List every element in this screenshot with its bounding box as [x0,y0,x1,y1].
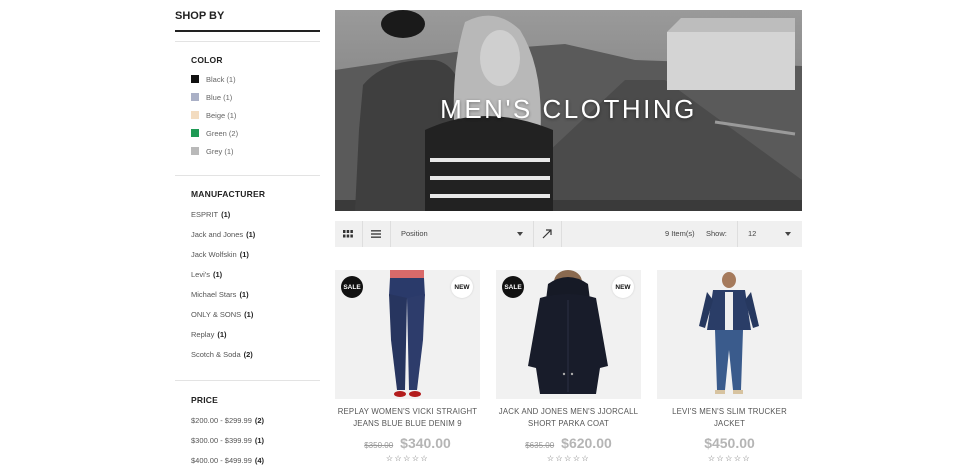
manufacturer-name: Levi's [191,270,210,279]
limit-select[interactable]: 12 [738,221,802,247]
color-swatch [191,111,199,119]
divider [175,175,320,176]
price-filter-200-299[interactable]: $200.00 - $299.99 (2) [191,416,264,425]
manufacturer-count: (2) [243,350,253,359]
price-count: (2) [254,416,265,425]
banner-title: MEN'S CLOTHING [440,94,697,124]
product-image[interactable] [657,270,802,399]
color-filter-green[interactable]: Green (2) [191,127,238,139]
chevron-down-icon [785,232,791,236]
manufacturer-count: (1) [239,250,249,259]
manufacturer-filter-levis[interactable]: Levi's (1) [191,270,222,279]
show-label: Show: [706,229,727,238]
manufacturer-filter-michael-stars[interactable]: Michael Stars (1) [191,290,249,299]
new-badge: NEW [451,276,473,298]
product-card[interactable]: SALE NEW REPLAY WOMEN'S VICKI STRAIGHT J… [335,270,480,463]
manufacturer-filter-scotch-and-soda[interactable]: Scotch & Soda (2) [191,350,253,359]
price-range: $200.00 - $299.99 [191,416,252,425]
old-price: $350.00 [364,441,394,450]
manufacturer-count: (1) [239,290,249,299]
old-price: $635.00 [525,441,555,450]
color-swatch [191,147,199,155]
color-swatch [191,93,199,101]
regular-price: $450.00 [704,435,755,451]
color-filter-label: Blue (1) [206,92,233,102]
product-card[interactable]: LEVI'S MEN'S SLIM TRUCKER JACKET $450.00… [657,270,802,463]
manufacturer-name: Replay [191,330,215,339]
price-count: (1) [254,436,265,445]
price-count: (4) [254,456,265,465]
special-price: $340.00 [400,435,451,451]
product-price: $450.00 [657,434,802,452]
divider [175,41,320,42]
manufacturer-filter-replay[interactable]: Replay (1) [191,330,227,339]
manufacturer-name: Michael Stars [191,290,237,299]
sort-by-value: Position [401,229,428,238]
color-filter-label: Green (2) [206,128,239,138]
manufacturer-count: (1) [221,210,231,219]
rating-stars: ☆☆☆☆☆ [385,454,430,463]
manufacturer-filter-title: MANUFACTURER [191,189,266,199]
price-range: $300.00 - $399.99 [191,436,252,445]
sale-badge: SALE [341,276,363,298]
manufacturer-name: Scotch & Soda [191,350,241,359]
items-count: 9 Item(s) [665,229,695,238]
sale-badge: SALE [502,276,524,298]
grid-view-button[interactable] [335,221,361,247]
toolbar-divider [561,221,562,247]
product-price: $635.00 $620.00 [496,434,641,452]
shop-by-divider [175,30,320,32]
list-view-icon [371,230,381,238]
trucker-jacket-photo [699,272,759,394]
price-filter-title: PRICE [191,395,218,405]
product-name[interactable]: LEVI'S MEN'S SLIM TRUCKER JACKET [657,406,802,430]
color-swatch [191,129,199,137]
grid-view-icon [343,230,353,238]
manufacturer-count: (1) [212,270,223,279]
category-banner: MEN'S CLOTHING [335,10,802,211]
shop-by-title: SHOP BY [175,10,225,22]
color-filter-label: Black (1) [206,74,236,84]
manufacturer-filter-jack-wolfskin[interactable]: Jack Wolfskin (1) [191,250,249,259]
color-filter-label: Grey (1) [206,146,234,156]
color-filter-blue[interactable]: Blue (1) [191,91,232,103]
color-swatch [191,75,199,83]
chevron-down-icon [517,232,523,236]
sort-by-select[interactable]: Position [391,221,533,247]
rating-stars: ☆☆☆☆☆ [546,454,591,463]
price-filter-300-399[interactable]: $300.00 - $399.99 (1) [191,436,264,445]
color-filter-beige[interactable]: Beige (1) [191,109,236,121]
new-badge: NEW [612,276,634,298]
manufacturer-name: Jack and Jones [191,230,244,239]
manufacturer-count: (1) [217,330,227,339]
sort-direction-arrow-icon [542,229,552,239]
products-toolbar: Position 9 Item(s) Show: 12 [335,221,802,247]
color-filter-grey[interactable]: Grey (1) [191,145,234,157]
list-view-button[interactable] [363,221,389,247]
price-filter-400-499[interactable]: $400.00 - $499.99 (4) [191,456,264,465]
product-price: $350.00 $340.00 [335,434,480,452]
manufacturer-name: Jack Wolfskin [191,250,237,259]
product-card[interactable]: SALE NEW JACK AND JONES MEN'S JJORCALL S… [496,270,641,463]
manufacturer-count: (1) [244,310,254,319]
product-name[interactable]: REPLAY WOMEN'S VICKI STRAIGHT JEANS BLUE… [335,406,480,430]
product-image[interactable]: SALE NEW [335,270,480,399]
product-name[interactable]: JACK AND JONES MEN'S JJORCALL SHORT PARK… [496,406,641,430]
color-filter-title: COLOR [191,55,223,65]
divider [175,380,320,381]
manufacturer-name: ONLY & SONS [191,310,242,319]
color-filter-black[interactable]: Black (1) [191,73,236,85]
product-image[interactable]: SALE NEW [496,270,641,399]
special-price: $620.00 [561,435,612,451]
limit-value: 12 [748,229,757,238]
sort-direction-button[interactable] [534,221,560,247]
manufacturer-name: ESPRIT [191,210,219,219]
manufacturer-filter-only-and-sons[interactable]: ONLY & SONS (1) [191,310,253,319]
color-filter-label: Beige (1) [206,110,237,120]
manufacturer-count: (1) [246,230,256,239]
manufacturer-filter-esprit[interactable]: ESPRIT (1) [191,210,230,219]
manufacturer-filter-jack-and-jones[interactable]: Jack and Jones (1) [191,230,255,239]
rating-stars: ☆☆☆☆☆ [707,454,752,463]
price-range: $400.00 - $499.99 [191,456,252,465]
